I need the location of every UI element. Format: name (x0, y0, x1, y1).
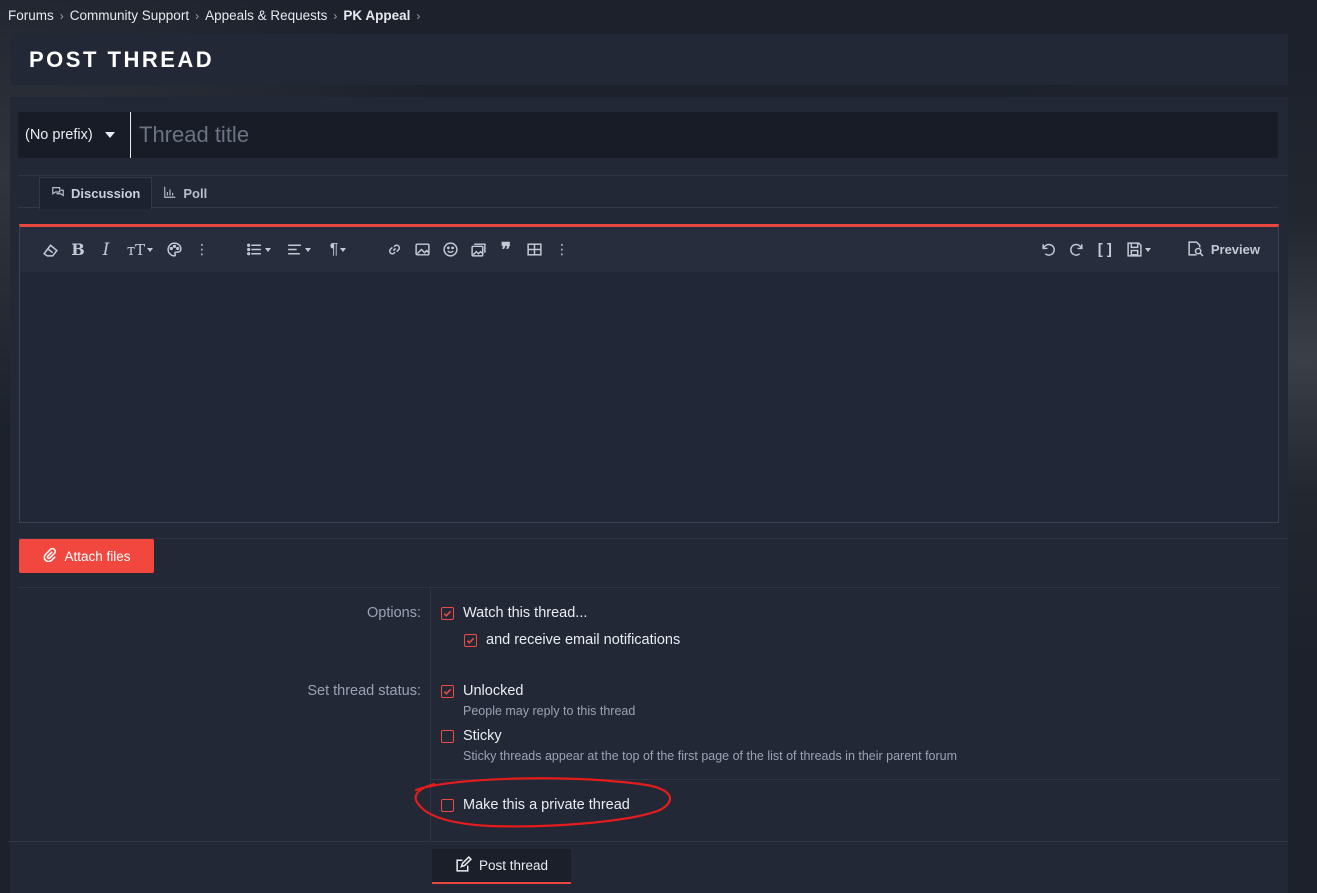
divider (431, 779, 1280, 780)
quote-icon[interactable]: ❞ (492, 236, 520, 264)
italic-icon[interactable]: I (92, 236, 120, 264)
chevron-right-icon: › (59, 8, 64, 23)
undo-icon[interactable] (1035, 236, 1063, 264)
breadcrumb: Forums › Community Support › Appeals & R… (8, 8, 426, 23)
sticky-hint: Sticky threads appear at the top of the … (463, 749, 958, 763)
eraser-icon[interactable] (36, 236, 64, 264)
private-thread-checkbox[interactable]: Make this a private thread (441, 797, 630, 813)
email-notifications-label: and receive email notifications (486, 632, 681, 648)
brackets-icon[interactable]: [ ] (1091, 236, 1119, 264)
unlocked-hint: People may reply to this thread (463, 704, 636, 718)
breadcrumb-forums[interactable]: Forums (8, 8, 54, 23)
align-icon[interactable] (278, 236, 318, 264)
tab-poll[interactable]: Poll (152, 177, 218, 209)
thread-title-row: (No prefix) (18, 112, 1278, 158)
tab-discussion[interactable]: Discussion (39, 177, 153, 209)
unlocked-checkbox[interactable]: Unlocked (441, 683, 523, 699)
paragraph-icon[interactable]: ¶ (318, 236, 358, 264)
watch-thread-checkbox[interactable]: Watch this thread... (441, 605, 587, 621)
edit-icon (455, 855, 472, 876)
preview-button[interactable]: Preview (1187, 240, 1260, 260)
chevron-right-icon: › (195, 8, 200, 23)
post-thread-label: Post thread (478, 858, 549, 873)
chevron-right-icon: › (416, 8, 421, 23)
thread-title-input[interactable] (130, 112, 1278, 158)
divider (8, 841, 1288, 842)
redo-icon[interactable] (1063, 236, 1091, 264)
chevron-right-icon: › (333, 8, 338, 23)
editor-toolbar-right: [ ] Preview (1035, 227, 1260, 272)
sticky-label: Sticky (463, 728, 502, 744)
editor-content-area[interactable] (20, 272, 1278, 520)
breadcrumb-appeals-requests[interactable]: Appeals & Requests (205, 8, 327, 23)
checkbox-checked-icon (441, 684, 454, 698)
paperclip-icon (42, 547, 57, 565)
save-draft-icon[interactable] (1119, 236, 1159, 264)
page-header: POST THREAD (10, 34, 1288, 85)
checkbox-checked-icon (464, 633, 477, 647)
watch-thread-label: Watch this thread... (463, 605, 588, 621)
checkbox-checked-icon (441, 606, 454, 620)
sticky-checkbox[interactable]: Sticky (441, 728, 502, 744)
page-title: POST THREAD (29, 46, 215, 72)
bar-chart-icon (163, 185, 177, 202)
thread-status-label: Set thread status: (307, 683, 421, 699)
checkbox-empty-icon (441, 798, 454, 812)
unlocked-label: Unlocked (463, 683, 524, 699)
image-icon[interactable] (408, 236, 436, 264)
palette-icon[interactable] (160, 236, 188, 264)
tab-discussion-label: Discussion (71, 186, 141, 201)
text-size-icon[interactable]: тT (120, 236, 160, 264)
divider (18, 538, 1288, 539)
rich-text-editor: B I тT ⋮ ¶ ❞ ⋮ [] Preview (19, 224, 1279, 523)
list-icon[interactable] (238, 236, 278, 264)
breadcrumb-community-support[interactable]: Community Support (70, 8, 189, 23)
prefix-dropdown[interactable]: (No prefix) (18, 127, 130, 143)
more-icon[interactable]: ⋮ (188, 236, 216, 264)
divider (430, 588, 431, 841)
divider (18, 175, 1288, 176)
divider (18, 587, 1280, 588)
editor-tabs: Discussion Poll (39, 177, 218, 209)
tab-poll-label: Poll (183, 185, 208, 201)
breadcrumb-pk-appeal[interactable]: PK Appeal (343, 8, 410, 23)
editor-toolbar: B I тT ⋮ ¶ ❞ ⋮ [] Preview (20, 227, 1278, 272)
caret-down-icon (104, 132, 115, 138)
preview-icon (1187, 240, 1204, 260)
preview-label: Preview (1210, 242, 1260, 257)
more-icon[interactable]: ⋮ (548, 236, 576, 264)
prefix-label: (No prefix) (25, 127, 93, 143)
smiley-icon[interactable] (436, 236, 464, 264)
bold-icon[interactable]: B (64, 236, 92, 264)
link-icon[interactable] (380, 236, 408, 264)
email-notifications-checkbox[interactable]: and receive email notifications (464, 632, 680, 648)
post-thread-button[interactable]: Post thread (432, 849, 571, 884)
attach-files-button[interactable]: Attach files (19, 539, 154, 573)
table-icon[interactable] (520, 236, 548, 264)
options-label: Options: (367, 605, 421, 621)
checkbox-empty-icon (441, 729, 454, 743)
comments-icon (51, 185, 65, 202)
private-thread-label: Make this a private thread (463, 797, 630, 813)
media-icon[interactable] (464, 236, 492, 264)
attach-files-label: Attach files (64, 548, 131, 564)
